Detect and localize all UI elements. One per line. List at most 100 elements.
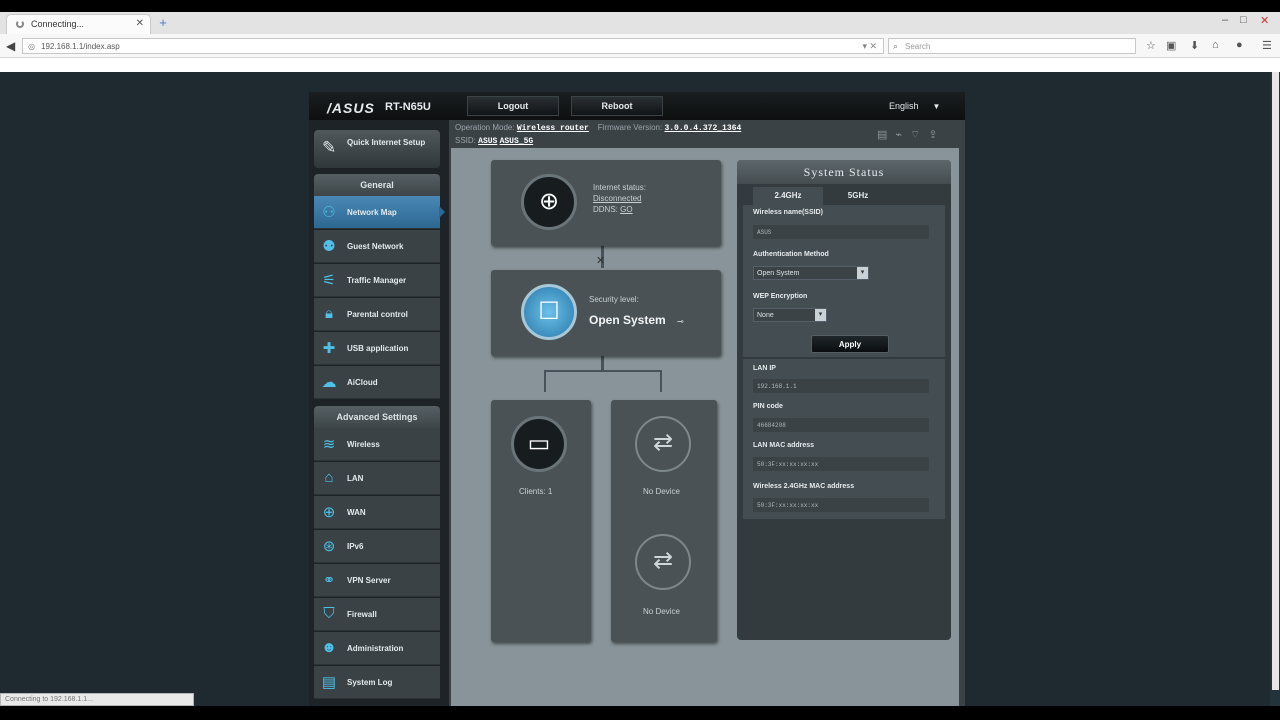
star-icon[interactable]: ☆ [1146,39,1156,52]
share-icon[interactable]: ⇪ [928,129,945,141]
scrollbar-thumb[interactable] [1272,72,1279,690]
sidebar-item-network-map[interactable]: ⚇ Network Map [314,196,445,229]
wireless-mac-value: 50:3F:xx:xx:xx:xx [753,498,929,512]
new-tab-icon[interactable]: + [156,16,170,30]
router-node[interactable]: ☐ Security level: Open System ⊸ [491,270,721,356]
pin-code-label: PIN code [753,403,783,410]
language-select[interactable]: English ▼ [889,101,940,111]
clipboard-icon[interactable]: ▣ [1166,39,1176,52]
search-placeholder: Search [905,42,931,51]
status-icons: ▤⌁⌔⇪ [877,128,946,142]
home-icon[interactable]: ⌂ [1212,39,1219,51]
wifi-status-icon[interactable]: ⌔ [910,129,928,141]
router-header: /ASUS RT-N65U Logout Reboot English ▼ [309,92,965,120]
model-name: RT-N65U [385,101,431,113]
clients-value[interactable]: 1 [548,487,552,496]
lock-open-icon: ⊸ [677,317,684,326]
ssid-value-1[interactable]: ASUS [478,137,497,146]
asus-logo: /ASUS [327,100,375,116]
globe-icon: ⊕ [521,174,577,230]
reboot-button[interactable]: Reboot [571,96,663,116]
sidebar-item-administration[interactable]: ☻ Administration [314,632,440,665]
sidebar-item-usb-application[interactable]: ✚ USB application [314,332,440,365]
search-input[interactable]: ⌕ Search [888,38,1136,54]
log-icon: ▤ [321,674,337,691]
sidebar-item-guest-network[interactable]: ⚉ Guest Network [314,230,440,263]
sidebar-item-firewall[interactable]: ⛉ Firewall [314,598,440,631]
pin-code-value: 46684208 [753,418,929,432]
bottom-border [0,706,1280,720]
quick-setup-button[interactable]: ✎ Quick Internet Setup [314,130,440,168]
sidebar-item-wan[interactable]: ⊕ WAN [314,496,440,529]
sidebar-item-traffic-manager[interactable]: ⚟ Traffic Manager [314,264,440,297]
firmware-value[interactable]: 3.0.0.4.372_1364 [664,124,741,133]
address-bar[interactable]: ◎ 192.168.1.1/index.asp ▾ ✕ [22,38,884,54]
search-icon: ⌕ [893,41,899,51]
lan-mac-value: 50:3F:xx:xx:xx:xx [753,457,929,471]
wireless-mac-label: Wireless 2.4GHz MAC address [753,483,855,490]
reload-icon[interactable]: ▾ ✕ [862,41,877,52]
download-icon[interactable]: ⬇ [1190,39,1199,52]
system-status-panel: System Status 2.4GHz 5GHz Wireless name(… [737,160,951,640]
sidebar-item-lan[interactable]: ⌂ LAN [314,462,440,495]
page-scrollbar[interactable] [1270,72,1280,706]
usb-icon[interactable]: ⌁ [895,129,910,141]
menu-icon[interactable]: ☰ [1262,39,1272,52]
lan-ip-label: LAN IP [753,365,776,372]
wep-select[interactable]: None ▾ [753,308,827,322]
sidebar-item-vpn-server[interactable]: ⚭ VPN Server [314,564,440,597]
sidebar-item-label: Wireless [347,440,380,449]
sidebar-item-label: System Log [347,678,393,687]
ddns-link[interactable]: GO [620,205,632,214]
maximize-icon[interactable]: □ [1240,14,1247,26]
internet-status-text: Internet status: Disconnected DDNS: GO [593,182,646,215]
tab-title: Connecting... [31,19,85,29]
internet-node[interactable]: ⊕ Internet status: Disconnected DDNS: GO [491,160,721,246]
sidebar-item-label: LAN [347,474,364,483]
clients-label: Clients: [519,487,546,496]
chat-icon[interactable]: ● [1236,39,1243,51]
auth-method-select[interactable]: Open System ▾ [753,266,869,280]
auth-method-label: Authentication Method [753,251,829,258]
internet-status-value[interactable]: Disconnected [593,193,646,204]
cloud-icon: ☁ [321,374,337,391]
clients-node[interactable]: ▭ Clients: 1 [491,400,591,642]
internet-status-label: Internet status: [593,183,646,192]
traffic-manager-icon: ⚟ [322,272,336,289]
sidebar-item-parental-control[interactable]: 🔒︎ Parental control [314,298,440,331]
tab-2-4ghz[interactable]: 2.4GHz [753,187,823,205]
logout-button[interactable]: Logout [467,96,559,116]
puzzle-icon: ✚ [322,340,336,357]
ssid-field[interactable]: ASUS [753,225,929,239]
minimize-icon[interactable]: – [1222,14,1228,26]
sidebar-item-ipv6[interactable]: ⊛ IPv6 [314,530,440,563]
loading-icon [16,20,24,28]
monitor-icon: ▭ [511,416,567,472]
tab-5ghz[interactable]: 5GHz [823,187,893,205]
advanced-section-title: Advanced Settings [314,406,440,428]
apply-button[interactable]: Apply [811,335,889,353]
usb-node[interactable]: ⇄ No Device ⇄ No Device [611,400,717,642]
wifi-icon: ≋ [322,436,336,453]
sidebar-item-label: WAN [347,508,366,517]
connector-line [660,370,662,392]
browser-tab[interactable]: Connecting... ✕ [6,14,151,34]
sidebar-item-wireless[interactable]: ≋ Wireless [314,428,440,461]
globe-icon: ⊕ [322,504,336,521]
clients-text: Clients: 1 [519,486,552,497]
back-icon[interactable]: ◀ [6,39,15,53]
chevron-down-icon: ▾ [815,309,826,321]
printer-icon[interactable]: ▤ [877,129,895,141]
ddns-label: DDNS: [593,205,618,214]
firmware-label: Firmware Version: [597,123,663,132]
guest-network-icon: ⚉ [322,238,336,255]
close-tab-icon[interactable]: ✕ [136,18,144,29]
connector-line [544,370,546,392]
sidebar-item-system-log[interactable]: ▤ System Log [314,666,440,699]
op-mode-value[interactable]: Wireless router [517,124,589,133]
close-window-icon[interactable]: ✕ [1260,14,1269,27]
ssid-value-2[interactable]: ASUS_5G [500,137,534,146]
sidebar-item-aicloud[interactable]: ☁ AiCloud [314,366,440,399]
info-bar: Operation Mode: Wireless router Firmware… [455,123,741,146]
auth-method-value: Open System [757,270,800,277]
